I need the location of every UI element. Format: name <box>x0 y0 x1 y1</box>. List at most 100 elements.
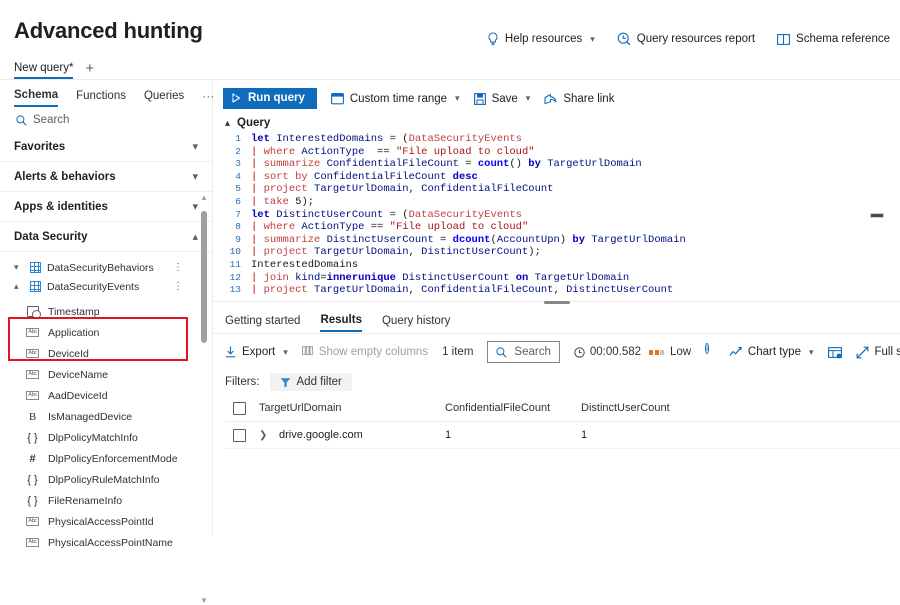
code-text: | project TargetUrlDomain, ConfidentialF… <box>251 183 553 196</box>
column-header-targeturldomain[interactable]: TargetUrlDomain <box>259 402 445 414</box>
schema-table-datasecurityevents[interactable]: ▴ DataSecurityEvents ⋮ <box>0 277 212 296</box>
chevron-down-icon: ▾ <box>455 93 460 104</box>
editor-minimap-marker[interactable] <box>870 213 884 218</box>
chevron-left-icon[interactable]: ‹ <box>232 89 236 108</box>
schema-field-dlppolicyrulematchinfo[interactable]: { } DlpPolicyRuleMatchInfo <box>0 469 212 490</box>
cell-confidentialfilecount: 1 <box>445 429 581 441</box>
query-code[interactable]: 1let InterestedDomains = (DataSecurityEv… <box>217 133 900 297</box>
table-icon <box>30 281 41 292</box>
add-filter-button[interactable]: Add filter <box>270 373 352 391</box>
results-search-input[interactable]: Search <box>487 341 559 363</box>
schema-field-filerenameinfo[interactable]: { }FileRenameInfo <box>0 490 212 511</box>
schema-field-dlppolicymatchinfo[interactable]: { }DlpPolicyMatchInfo <box>0 427 212 448</box>
filters-row: Filters: Add filter <box>213 369 900 395</box>
more-options-icon[interactable]: ⋮ <box>173 265 176 271</box>
code-line: 8| where ActionType == "File upload to c… <box>217 221 900 234</box>
schema-field-dlppolicyenforcementmode[interactable]: #DlpPolicyEnforcementMode <box>0 448 212 469</box>
report-icon <box>617 32 631 46</box>
save-button[interactable]: Save ▾ <box>474 93 531 105</box>
sidebar-group-label: Favorites <box>14 141 65 153</box>
query-resources-report-label: Query resources report <box>637 33 755 45</box>
tab-results[interactable]: Results <box>320 314 362 332</box>
run-query-button[interactable]: Run query <box>223 88 317 109</box>
page-header: Advanced hunting Help resources ▾ Query … <box>0 0 900 58</box>
run-query-label: Run query <box>248 92 305 104</box>
query-section-header[interactable]: ▴ Query <box>213 115 900 133</box>
sidebar-overflow-button[interactable]: ··· <box>202 89 214 107</box>
query-editor[interactable]: 1let InterestedDomains = (DataSecurityEv… <box>213 133 900 301</box>
schema-field-aaddeviceid[interactable]: AbcAadDeviceId <box>0 385 212 406</box>
dynamic-type-icon: { } <box>26 474 39 486</box>
line-number: 3 <box>217 158 251 171</box>
code-text: | take 5); <box>251 196 314 209</box>
add-query-tab-button[interactable]: + <box>85 61 94 79</box>
sidebar-group-apps-identities[interactable]: Apps & identities ▾ <box>0 192 212 222</box>
chevron-down-icon: ▾ <box>192 140 198 153</box>
tab-getting-started[interactable]: Getting started <box>225 315 300 331</box>
tab-new-query[interactable]: New query* <box>14 62 73 79</box>
full-screen-label: Full screen <box>875 346 900 358</box>
schema-field-physicalaccesspointname[interactable]: AbcPhysicalAccessPointName <box>0 532 212 553</box>
customize-columns-button[interactable] <box>828 346 842 359</box>
columns-icon <box>302 346 313 358</box>
code-line: 11InterestedDomains <box>217 259 900 272</box>
schema-field-ismanageddevice[interactable]: BIsManagedDevice <box>0 406 212 427</box>
schema-table-datasecuritybehaviors[interactable]: ▾ DataSecurityBehaviors ⋮ <box>0 258 212 277</box>
chart-type-label: Chart type <box>748 346 801 358</box>
schema-field-application[interactable]: AbcApplication <box>0 322 212 343</box>
line-number: 7 <box>217 209 251 222</box>
main-area: Schema Functions Queries ··· ‹ Search Fa… <box>0 80 900 534</box>
scrollbar-thumb[interactable] <box>201 211 207 343</box>
select-all-checkbox[interactable] <box>233 402 246 415</box>
sidebar-tab-functions[interactable]: Functions <box>76 90 126 106</box>
schema-sidebar: Schema Functions Queries ··· ‹ Search Fa… <box>0 80 213 534</box>
schema-field-physicalaccesspointid[interactable]: AbcPhysicalAccessPointId <box>0 511 212 532</box>
schema-field-label: DlpPolicyRuleMatchInfo <box>48 474 159 486</box>
table-row[interactable]: ❯ drive.google.com 1 1 <box>225 422 900 449</box>
line-number: 8 <box>217 221 251 234</box>
row-checkbox[interactable] <box>233 429 246 442</box>
sidebar-tab-schema[interactable]: Schema <box>14 89 58 107</box>
schema-field-label: PhysicalAccessPointId <box>48 516 154 528</box>
sidebar-group-alerts-behaviors[interactable]: Alerts & behaviors ▾ <box>0 162 212 192</box>
help-resources-button[interactable]: Help resources ▾ <box>487 32 595 46</box>
code-text: | join kind=innerunique DistinctUserCoun… <box>251 272 629 285</box>
schema-reference-button[interactable]: Schema reference <box>777 33 890 46</box>
export-button[interactable]: Export ▾ <box>225 346 288 358</box>
sidebar-tab-queries[interactable]: Queries <box>144 90 184 106</box>
sidebar-group-favorites[interactable]: Favorites ▾ <box>0 132 212 162</box>
dynamic-type-icon: { } <box>26 432 39 444</box>
chart-type-button[interactable]: Chart type ▾ <box>729 346 814 358</box>
schema-field-deviceid[interactable]: AbcDeviceId <box>0 343 212 364</box>
chevron-down-icon: ▾ <box>192 170 198 183</box>
share-link-button[interactable]: Share link <box>544 93 614 105</box>
scroll-down-arrow-icon[interactable]: ▼ <box>200 596 208 605</box>
code-line: 1let InterestedDomains = (DataSecurityEv… <box>217 133 900 146</box>
sidebar-scrollbar[interactable]: ▲ ▼ <box>198 193 209 605</box>
schema-field-label: IsManagedDevice <box>48 411 132 423</box>
more-options-icon[interactable]: ⋮ <box>173 284 176 290</box>
full-screen-button[interactable]: Full screen <box>856 346 900 359</box>
splitter-grip[interactable] <box>544 301 570 304</box>
expand-row-icon[interactable]: ❯ <box>259 430 279 441</box>
line-number: 5 <box>217 183 251 196</box>
column-header-confidentialfilecount[interactable]: ConfidentialFileCount <box>445 402 581 414</box>
column-header-distinctusercount[interactable]: DistinctUserCount <box>581 402 721 414</box>
query-resources-report-button[interactable]: Query resources report <box>617 32 755 46</box>
schema-field-timestamp[interactable]: Timestamp <box>0 301 212 322</box>
scroll-up-arrow-icon[interactable]: ▲ <box>200 193 208 202</box>
code-line: 9| summarize DistinctUserCount = dcount(… <box>217 234 900 247</box>
sidebar-tabs: Schema Functions Queries ··· ‹ <box>0 80 212 108</box>
line-number: 9 <box>217 234 251 247</box>
tab-query-history[interactable]: Query history <box>382 315 450 331</box>
chevron-down-icon: ▾ <box>809 347 814 358</box>
table-icon <box>30 262 41 273</box>
query-section-label: Query <box>237 117 270 129</box>
custom-time-range-button[interactable]: Custom time range ▾ <box>331 92 460 105</box>
show-empty-columns-button[interactable]: Show empty columns <box>302 346 428 358</box>
string-type-icon: Abc <box>26 391 39 400</box>
info-icon[interactable]: i <box>705 343 709 354</box>
sidebar-group-data-security[interactable]: Data Security ▴ <box>0 222 212 252</box>
schema-field-devicename[interactable]: AbcDeviceName <box>0 364 212 385</box>
schema-search-input[interactable]: Search <box>0 108 212 132</box>
